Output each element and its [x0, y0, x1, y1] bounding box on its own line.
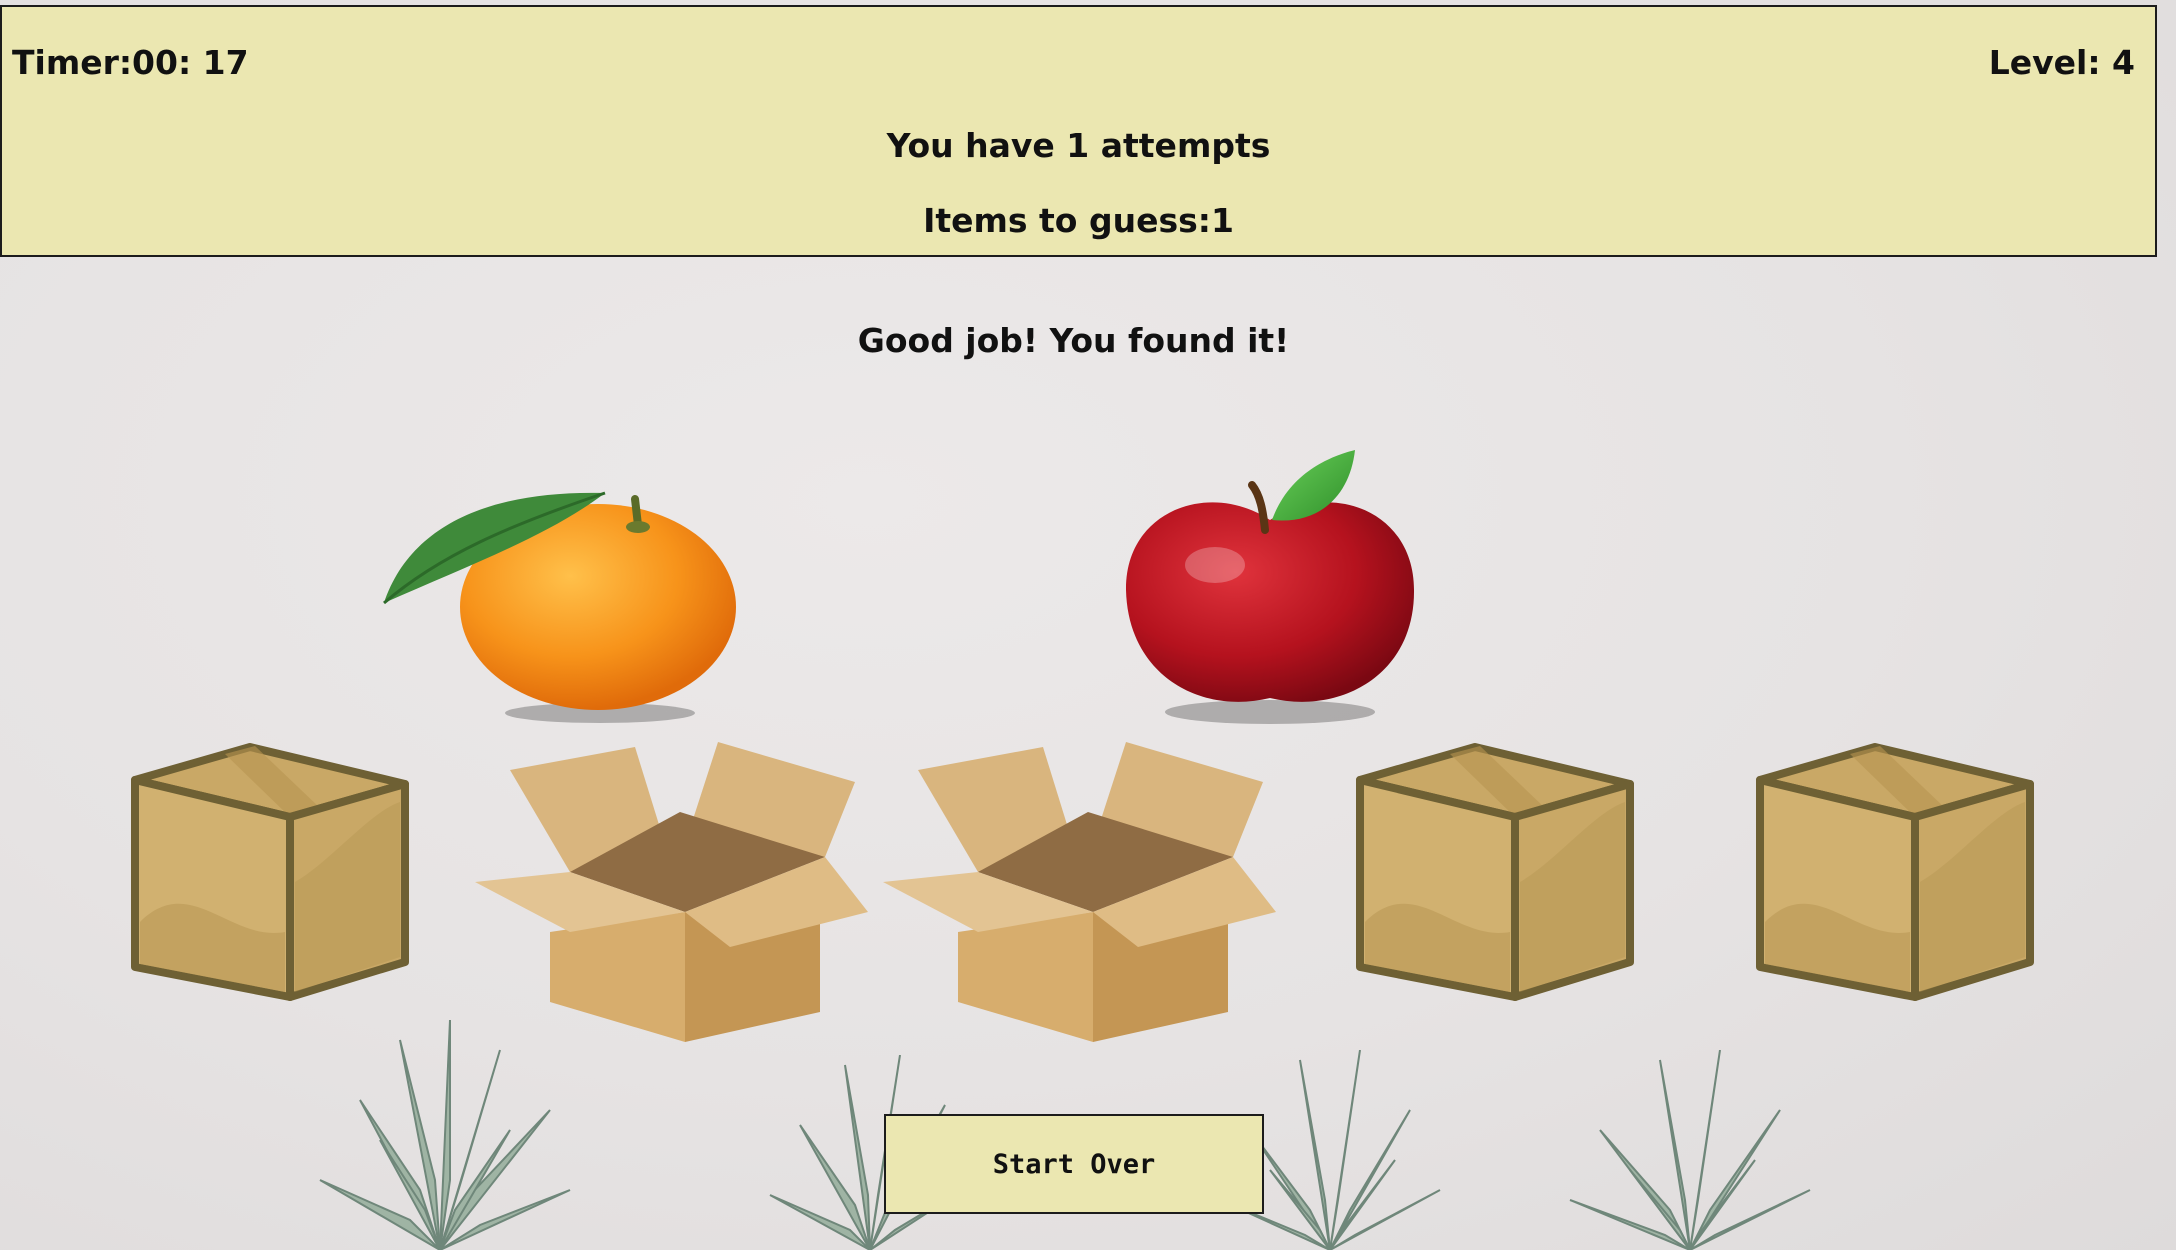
attempts-display: You have 1 attempts — [886, 126, 1271, 165]
start-over-button[interactable]: Start Over — [884, 1114, 1264, 1214]
orange-image — [383, 491, 736, 723]
open-box-2[interactable] — [470, 742, 870, 1047]
closed-box-4[interactable] — [1355, 742, 1635, 1002]
open-box-3[interactable] — [878, 742, 1278, 1047]
closed-box-5[interactable] — [1755, 742, 2035, 1002]
timer-display: Timer:00: 17 — [12, 43, 249, 82]
closed-box-1[interactable] — [130, 742, 410, 1002]
result-message: Good job! You found it! — [857, 321, 1290, 360]
apple-image — [1125, 450, 1415, 724]
pineapple-image — [319, 1020, 571, 1250]
items-to-guess-display: Items to guess:1 — [923, 201, 1234, 240]
level-display: Level: 4 — [1988, 43, 2135, 82]
status-panel: Timer:00: 17 Level: 4 You have 1 attempt… — [0, 5, 2157, 257]
pineapple-image — [1569, 1050, 1811, 1250]
